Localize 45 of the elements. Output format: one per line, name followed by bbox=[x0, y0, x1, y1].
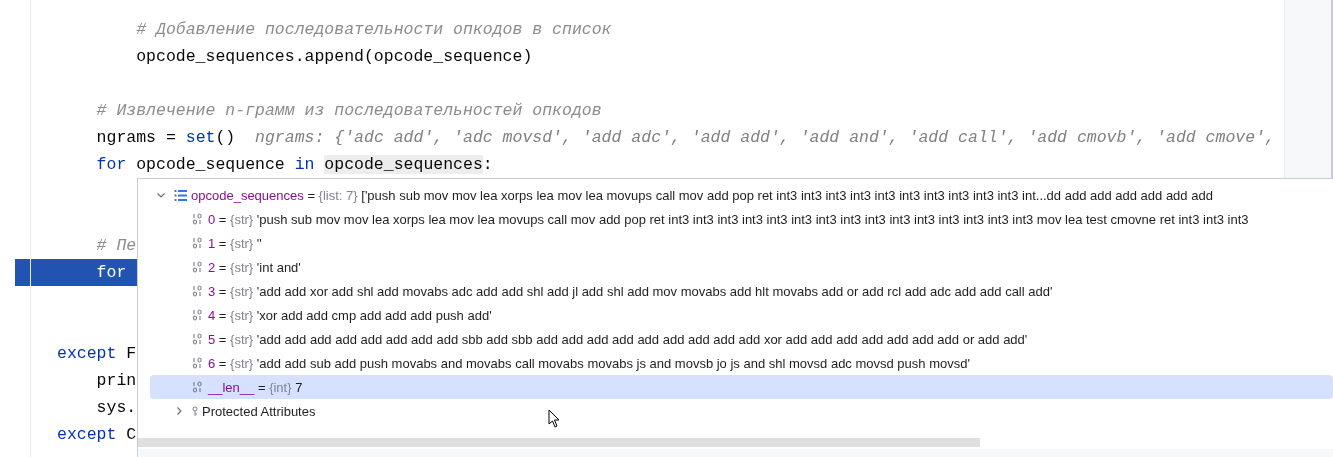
scrollbar-thumb[interactable] bbox=[138, 438, 980, 447]
variable-text: 4 = {str} 'xor add add cmp add add add push add' bbox=[208, 307, 492, 323]
protected-attributes-label: Protected Attributes bbox=[202, 403, 316, 419]
binary-icon bbox=[192, 357, 204, 369]
binary-icon bbox=[192, 309, 204, 321]
variable-text: 1 = {str} '' bbox=[208, 235, 262, 251]
code-line: # Добавление последовательности опкодов в список bbox=[135, 20, 612, 39]
variable-text: 0 = {str} 'push sub mov mov lea xorps lea mov lea movups call mov add pop ret int3 int3 int3 int3 int3 int3 int3 int3 int3 int3 int3 int3 int3 int3 int3 mov lea test cmovne ret int3 int3 int3 bbox=[208, 211, 1249, 227]
chevron-right-icon[interactable] bbox=[174, 406, 184, 416]
variable-row[interactable]: __len__ = {int} 7 bbox=[150, 375, 1333, 399]
variable-text: 6 = {str} 'add add sub add push movabs and movabs call movabs movabs js and movsb jo js and shl movsd adc movsd push movsd' bbox=[208, 355, 970, 371]
code-line: except C bbox=[57, 425, 137, 444]
protected-attributes-row[interactable]: Protected Attributes bbox=[150, 399, 1333, 423]
variable-row[interactable]: 6 = {str} 'add add sub add push movabs and movabs call movabs movabs js and movsb jo js and shl movsd adc movsd push movsd' bbox=[150, 351, 1333, 375]
variable-text: 2 = {str} 'int and' bbox=[208, 259, 301, 275]
variable-text: opcode_sequences = {list: 7} ['push sub mov mov lea xorps lea mov lea movups call mov add pop ret int3 int3 int3 int3 int3 int3 int3 int3 int3 int3 int...dd add add add add add add bbox=[191, 187, 1213, 203]
variable-row[interactable]: 1 = {str} '' bbox=[150, 231, 1333, 255]
binary-icon bbox=[192, 285, 204, 297]
binary-icon bbox=[192, 213, 204, 225]
code-line: # Пе bbox=[95, 236, 137, 255]
code-line: sys. bbox=[95, 398, 137, 417]
binary-icon bbox=[192, 381, 204, 393]
variable-row[interactable]: 3 = {str} 'add add xor add shl add movabs adc add add shl add jl add shl add mov movabs add hlt movabs add or add rcl add adc add add call add' bbox=[150, 279, 1333, 303]
variable-row[interactable]: 0 = {str} 'push sub mov mov lea xorps lea mov lea movups call mov add pop ret int3 int3 int3 int3 int3 int3 int3 int3 int3 int3 int3 int3 int3 int3 int3 mov lea test cmovne ret int3 int3 int3 bbox=[150, 207, 1333, 231]
variable-text: __len__ = {int} 7 bbox=[208, 379, 303, 395]
list-icon bbox=[174, 188, 187, 202]
code-line: # Извлечение n-грамм из последовательностей опкодов bbox=[95, 101, 602, 120]
variable-row[interactable]: opcode_sequences = {list: 7} ['push sub mov mov lea xorps lea mov lea movups call mov add pop ret int3 int3 int3 int3 int3 int3 int3 int3 int3 int3 int...dd add add add add add add bbox=[150, 183, 1333, 207]
code-line: ngrams = set() ngrams: {'adc add', 'adc movsd', 'add adc', 'add add', 'add and', 'add call', 'add cmovb', 'add cmove', bbox=[95, 128, 1275, 147]
mouse-pointer-icon bbox=[548, 409, 560, 428]
key-icon bbox=[192, 405, 198, 417]
code-line: for bbox=[95, 263, 127, 282]
code-line: prin bbox=[95, 371, 137, 390]
binary-icon bbox=[192, 237, 204, 249]
variable-row[interactable]: 4 = {str} 'xor add add cmp add add add push add' bbox=[150, 303, 1333, 327]
code-line: for opcode_sequence in opcode_sequences: bbox=[95, 155, 493, 174]
binary-icon bbox=[192, 333, 204, 345]
variable-row[interactable]: 5 = {str} 'add add add add add add add add sbb add sbb add add add add add add add add add xor add add add add add add add or add add' bbox=[150, 327, 1333, 351]
binary-icon bbox=[192, 261, 204, 273]
variable-text: 5 = {str} 'add add add add add add add add sbb add sbb add add add add add add add add add xor add add add add add add add or add add' bbox=[208, 331, 1028, 347]
code-line: except F bbox=[57, 344, 137, 363]
chevron-down-icon[interactable] bbox=[156, 190, 166, 200]
variable-row[interactable]: 2 = {str} 'int and' bbox=[150, 255, 1333, 279]
variable-text: 3 = {str} 'add add xor add shl add movabs adc add add shl add jl add shl add mov movabs add hlt movabs add or add rcl add adc add add call add' bbox=[208, 283, 1053, 299]
code-line: opcode_sequences.append(opcode_sequence) bbox=[135, 47, 533, 66]
